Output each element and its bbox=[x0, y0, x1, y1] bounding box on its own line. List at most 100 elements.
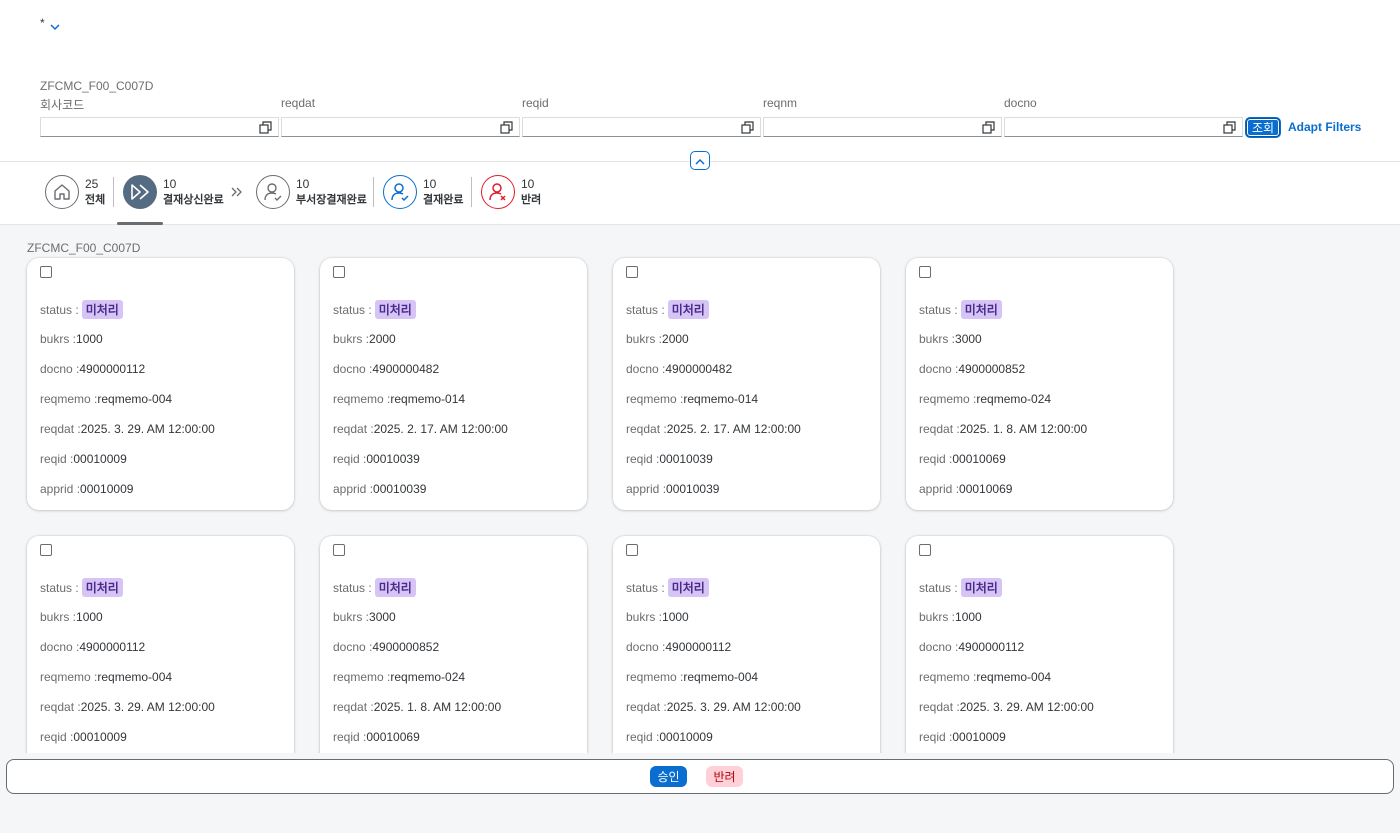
card-field-bukrs: bukrs :3000 bbox=[919, 332, 982, 346]
card-field-reqid: reqid :00010009 bbox=[40, 730, 127, 744]
card-field-reqid: reqid :00010039 bbox=[333, 452, 420, 466]
status-badge: 미처리 bbox=[960, 300, 1002, 319]
card-checkbox[interactable] bbox=[333, 544, 345, 556]
card-grid[interactable]: status : 미처리 bukrs :1000 docno :4900000112 r… bbox=[0, 256, 1400, 753]
field-value: reqmemo-024 bbox=[390, 670, 466, 684]
status-badge: 미처리 bbox=[960, 578, 1002, 597]
field-value: 2025. 3. 29. AM 12:00:00 bbox=[80, 422, 215, 436]
chevron-up-icon bbox=[695, 152, 705, 170]
field-value: 4900000852 bbox=[372, 640, 440, 654]
approval-card[interactable]: status : 미처리 bukrs :1000 docno :4900000112 r… bbox=[906, 536, 1173, 753]
tab-separator bbox=[113, 177, 114, 207]
active-tab-indicator bbox=[117, 222, 163, 225]
field-value: reqmemo-014 bbox=[683, 392, 759, 406]
field-value: 3000 bbox=[369, 610, 396, 624]
field-value: 4900000112 bbox=[79, 362, 146, 376]
card-checkbox[interactable] bbox=[626, 544, 638, 556]
value-help-icon[interactable] bbox=[741, 121, 754, 134]
card-checkbox[interactable] bbox=[919, 266, 931, 278]
go-button[interactable]: 조회 bbox=[1246, 118, 1280, 137]
field-value: 1000 bbox=[76, 610, 103, 624]
card-field-reqdat: reqdat :2025. 2. 17. AM 12:00:00 bbox=[333, 422, 508, 436]
card-checkbox[interactable] bbox=[333, 266, 345, 278]
field-value: reqmemo-014 bbox=[390, 392, 466, 406]
value-help-icon[interactable] bbox=[259, 121, 272, 134]
card-field-reqdat: reqdat :2025. 3. 29. AM 12:00:00 bbox=[40, 700, 215, 714]
field-label: reqmemo : bbox=[333, 392, 391, 406]
card-field-reqmemo: reqmemo :reqmemo-004 bbox=[919, 670, 1051, 684]
field-label: reqdat : bbox=[333, 700, 374, 714]
reqid-input[interactable] bbox=[522, 117, 761, 137]
card-field-status: status : 미처리 bbox=[40, 578, 123, 597]
field-label-docno: docno bbox=[1004, 96, 1037, 110]
value-help-icon[interactable] bbox=[1223, 121, 1236, 134]
value-help-icon[interactable] bbox=[500, 121, 513, 134]
status-badge: 미처리 bbox=[374, 578, 416, 597]
field-value: reqmemo-004 bbox=[97, 670, 173, 684]
status-badge: 미처리 bbox=[81, 300, 123, 319]
tab-rejected[interactable]: 10 반려 bbox=[481, 173, 541, 211]
tab-count: 25 bbox=[85, 177, 99, 191]
docno-input[interactable] bbox=[1004, 117, 1243, 137]
field-value: 1000 bbox=[662, 610, 689, 624]
field-value: reqmemo-004 bbox=[683, 670, 759, 684]
field-label: reqmemo : bbox=[919, 392, 977, 406]
card-field-reqmemo: reqmemo :reqmemo-004 bbox=[40, 392, 172, 406]
approval-card[interactable]: status : 미처리 bukrs :1000 docno :4900000112 r… bbox=[613, 536, 880, 753]
icon-tab-bar: 25 전체 10 결재상신완료 10 부서장결재완료 10 결재완료 10 반려 bbox=[0, 162, 1400, 225]
field-value: 00010009 bbox=[659, 730, 713, 744]
tab-label: 결재완료 bbox=[423, 194, 464, 206]
field-value: reqmemo-004 bbox=[97, 392, 173, 406]
field-label-company-code: 회사코드 bbox=[40, 98, 85, 112]
tab-all[interactable]: 25 전체 bbox=[45, 173, 105, 211]
field-value: 1000 bbox=[955, 610, 982, 624]
field-label: reqdat : bbox=[626, 422, 667, 436]
approval-card[interactable]: status : 미처리 bukrs :3000 docno :4900000852 r… bbox=[906, 258, 1173, 510]
forward-icon bbox=[123, 175, 157, 209]
field-label: bukrs : bbox=[626, 610, 663, 624]
field-label: reqmemo : bbox=[626, 392, 684, 406]
field-label: bukrs : bbox=[40, 332, 77, 346]
approval-card[interactable]: status : 미처리 bukrs :2000 docno :4900000482 r… bbox=[613, 258, 880, 510]
adapt-filters-button[interactable]: Adapt Filters bbox=[1288, 120, 1361, 134]
card-field-docno: docno :4900000482 bbox=[333, 362, 439, 376]
user-check-icon bbox=[256, 175, 290, 209]
field-value: 3000 bbox=[955, 332, 982, 346]
card-field-docno: docno :4900000112 bbox=[40, 362, 145, 376]
approval-card[interactable]: status : 미처리 bukrs :1000 docno :4900000112 r… bbox=[27, 536, 294, 753]
card-field-reqid: reqid :00010009 bbox=[919, 730, 1006, 744]
tab-approved[interactable]: 10 결재완료 bbox=[383, 173, 463, 211]
reject-button[interactable]: 반려 bbox=[706, 766, 743, 787]
tab-dept-approved[interactable]: 10 부서장결재완료 bbox=[256, 173, 367, 211]
field-label: docno : bbox=[40, 640, 80, 654]
company-code-input[interactable] bbox=[40, 117, 279, 137]
tab-label: 전체 bbox=[85, 194, 106, 206]
approval-card[interactable]: status : 미처리 bukrs :2000 docno :4900000482 r… bbox=[320, 258, 587, 510]
card-field-bukrs: bukrs :1000 bbox=[626, 610, 689, 624]
approve-button[interactable]: 승인 bbox=[650, 766, 687, 787]
field-label: status : bbox=[919, 581, 958, 595]
field-label: status : bbox=[626, 303, 665, 317]
approval-card[interactable]: status : 미처리 bukrs :3000 docno :4900000852 r… bbox=[320, 536, 587, 753]
field-value: 00010039 bbox=[659, 452, 713, 466]
value-help-icon[interactable] bbox=[982, 121, 995, 134]
field-label: bukrs : bbox=[333, 610, 370, 624]
chevron-down-icon bbox=[50, 20, 60, 34]
field-label: bukrs : bbox=[40, 610, 77, 624]
card-checkbox[interactable] bbox=[40, 544, 52, 556]
collapse-header-button[interactable] bbox=[690, 151, 710, 170]
variant-selector[interactable]: * bbox=[40, 16, 60, 34]
card-field-docno: docno :4900000852 bbox=[333, 640, 439, 654]
card-checkbox[interactable] bbox=[626, 266, 638, 278]
reqnm-input[interactable] bbox=[763, 117, 1002, 137]
tab-submitted[interactable]: 10 결재상신완료 bbox=[123, 173, 224, 211]
tab-count: 10 bbox=[163, 177, 177, 191]
field-value: 4900000112 bbox=[665, 640, 732, 654]
card-checkbox[interactable] bbox=[40, 266, 52, 278]
card-checkbox[interactable] bbox=[919, 544, 931, 556]
field-label: apprid : bbox=[919, 482, 960, 496]
approval-card[interactable]: status : 미처리 bukrs :1000 docno :4900000112 r… bbox=[27, 258, 294, 510]
card-field-docno: docno :4900000482 bbox=[626, 362, 732, 376]
reqdat-input[interactable] bbox=[281, 117, 520, 137]
card-field-status: status : 미처리 bbox=[626, 300, 709, 319]
